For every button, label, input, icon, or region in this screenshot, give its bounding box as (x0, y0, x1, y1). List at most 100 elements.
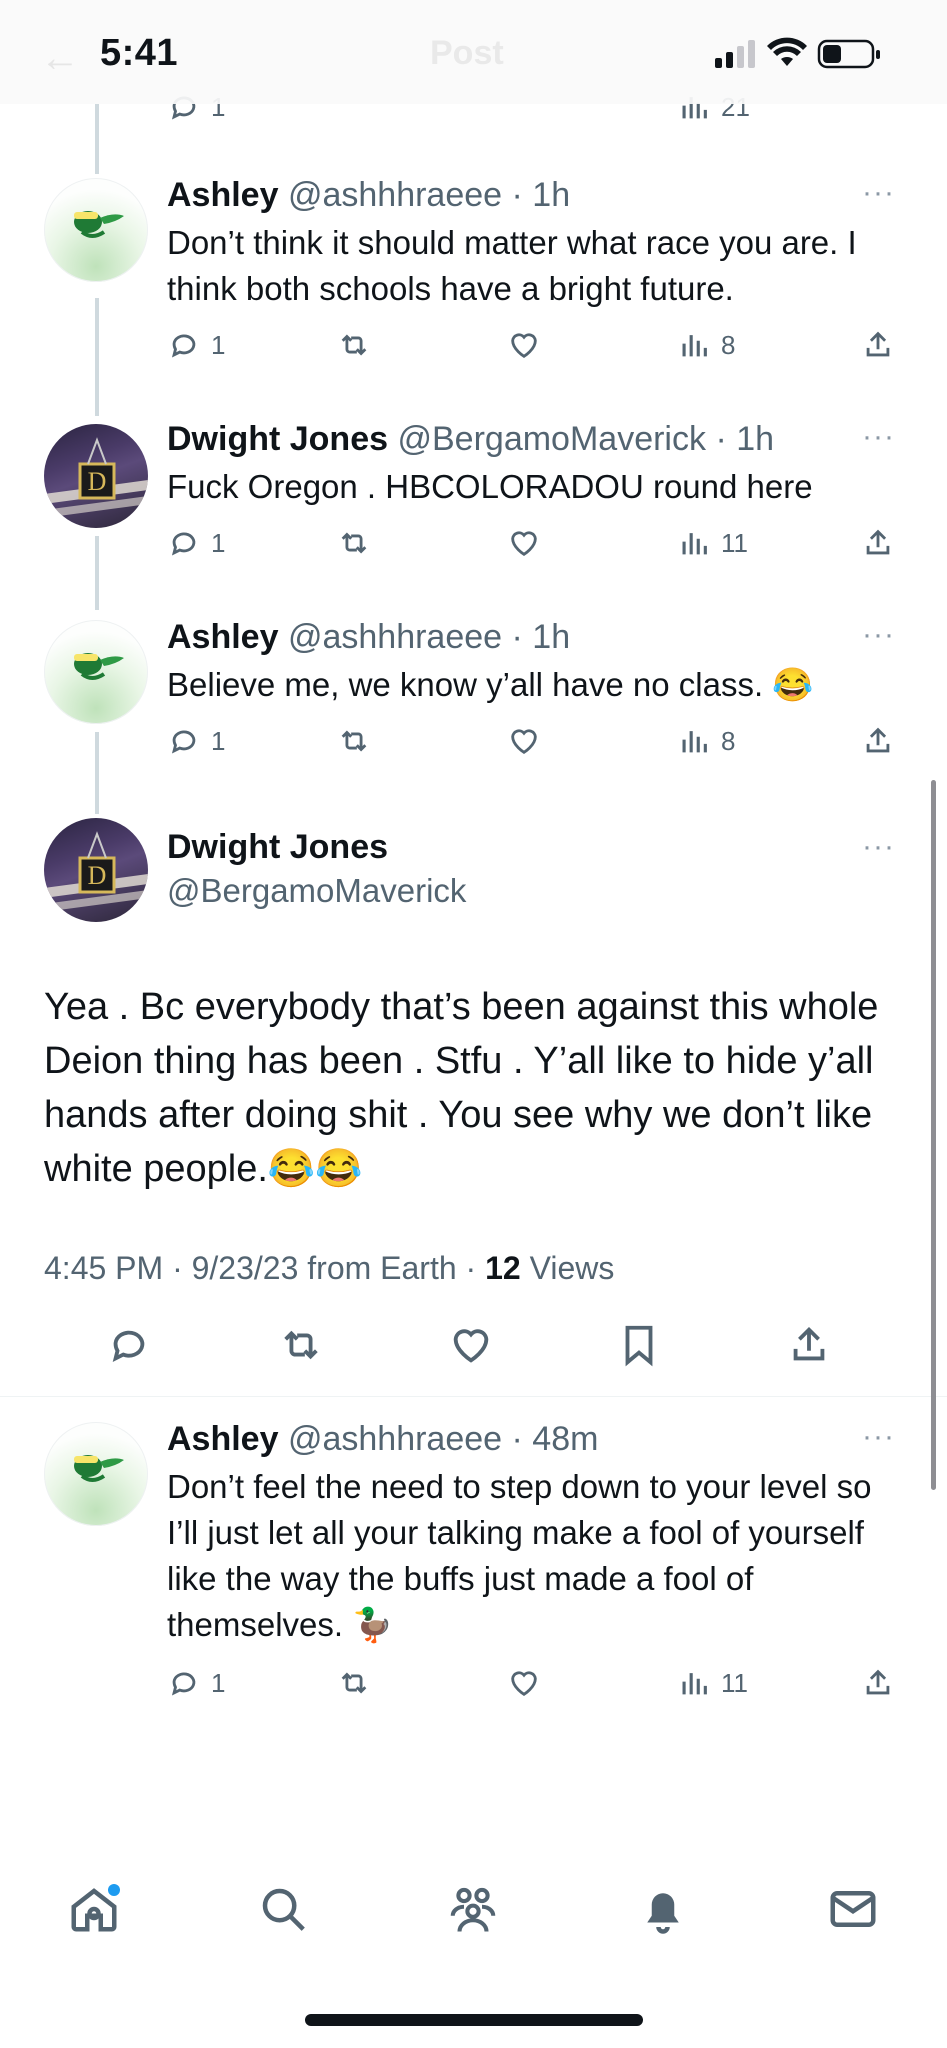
svg-text:D: D (88, 467, 107, 496)
communities-icon[interactable] (446, 1882, 500, 1936)
user-handle[interactable]: @BergamoMaverick (397, 420, 706, 458)
display-name[interactable]: Ashley (167, 1420, 279, 1458)
views-button[interactable]: 8 (677, 724, 735, 758)
notifications-icon[interactable] (636, 1882, 690, 1936)
views-button[interactable]: 11 (677, 526, 748, 560)
repost-icon (341, 532, 367, 554)
user-handle[interactable]: @ashhhraeee (288, 176, 502, 214)
user-handle[interactable]: @ashhhraeee (288, 1420, 502, 1458)
avatar[interactable] (44, 1422, 148, 1526)
heart-icon[interactable] (448, 1322, 494, 1368)
status-time: 5:41 (100, 32, 179, 74)
duck-logo-icon (74, 211, 124, 238)
reply-icon (171, 532, 196, 556)
views-count[interactable]: 12 (485, 1250, 521, 1286)
messages-icon[interactable] (826, 1882, 880, 1936)
display-name[interactable]: Ashley (167, 618, 279, 656)
reply-button[interactable]: 1 (167, 1666, 225, 1700)
main-tweet-text: Yea . Bc everybody that’s been against t… (44, 986, 879, 1190)
pendant-image-icon: D (44, 831, 148, 912)
status-bar: ← 5:41 Post (0, 0, 947, 104)
back-arrow-icon[interactable]: ← (40, 36, 80, 81)
page-title: Post (430, 34, 504, 72)
main-avatar[interactable]: D (44, 818, 148, 922)
repost-button[interactable] (337, 724, 371, 758)
like-button[interactable] (507, 526, 541, 560)
post-time: · 48m (511, 1420, 599, 1458)
like-button[interactable] (507, 724, 541, 758)
post-time: · 1h (511, 618, 571, 656)
reply-icon (171, 334, 196, 358)
reply-button[interactable]: 1 (167, 328, 225, 362)
reply-count: 1 (211, 725, 226, 756)
repost-button[interactable] (337, 328, 371, 362)
views-count: 8 (721, 329, 736, 360)
main-tweet-actions (0, 1322, 947, 1382)
reply-icon (171, 730, 196, 754)
reply-button[interactable]: 1 (167, 724, 225, 758)
repost-button[interactable] (337, 1666, 371, 1700)
repost-icon (341, 334, 367, 356)
thread-line (95, 104, 99, 174)
repost-icon (341, 730, 367, 752)
tweet-meta: 4:45 PM · 9/23/23 from Earth · 12 Views (44, 1250, 614, 1287)
tweet-author: Ashley @ashhhraeee · 1h (167, 618, 570, 657)
home-indicator[interactable] (305, 2014, 643, 2026)
display-name[interactable]: Ashley (167, 176, 279, 214)
share-icon (866, 1669, 890, 1695)
new-content-indicator (108, 1884, 120, 1896)
thread-line (95, 536, 99, 610)
search-icon[interactable] (256, 1882, 310, 1936)
share-button[interactable] (861, 1666, 895, 1700)
views-icon (682, 731, 707, 753)
user-handle[interactable]: @ashhhraeee (288, 618, 502, 656)
repost-icon (341, 1672, 367, 1694)
share-icon (866, 331, 890, 357)
avatar[interactable] (44, 178, 148, 282)
share-icon (866, 727, 890, 753)
tab-bar (0, 1870, 947, 1970)
post-time: · 1h (511, 176, 571, 214)
reply-icon (171, 1672, 196, 1696)
reply-count: 1 (211, 329, 226, 360)
bookmark-icon[interactable] (616, 1322, 662, 1368)
more-options-icon[interactable]: ··· (862, 830, 895, 864)
views-icon (682, 1673, 707, 1695)
display-name[interactable]: Dwight Jones (167, 420, 388, 458)
tweet-actions: 1 11 (167, 526, 897, 566)
reply-count: 1 (211, 1667, 226, 1698)
main-user-handle[interactable]: @BergamoMaverick (167, 872, 466, 910)
share-button[interactable] (861, 328, 895, 362)
svg-text:D: D (88, 861, 107, 890)
tweet-timestamp: 4:45 PM · 9/23/23 from Earth · (44, 1250, 486, 1286)
more-options-icon[interactable]: ··· (862, 176, 895, 210)
scrollbar[interactable] (931, 780, 936, 1490)
repost-button[interactable] (337, 526, 371, 560)
reply-count: 1 (211, 527, 226, 558)
share-button[interactable] (861, 724, 895, 758)
like-button[interactable] (507, 328, 541, 362)
views-count: 11 (721, 1667, 748, 1698)
share-icon[interactable] (786, 1322, 832, 1368)
views-icon (682, 335, 707, 357)
reply-icon[interactable] (106, 1322, 152, 1368)
views-icon (682, 533, 707, 555)
views-button[interactable]: 8 (677, 328, 735, 362)
share-button[interactable] (861, 526, 895, 560)
main-display-name[interactable]: Dwight Jones (167, 828, 388, 867)
tweet-text: Believe me, we know y’all have no class.… (167, 666, 814, 703)
thread-line (95, 732, 99, 814)
avatar[interactable] (44, 620, 148, 724)
like-button[interactable] (507, 1666, 541, 1700)
more-options-icon[interactable]: ··· (862, 618, 895, 652)
repost-icon[interactable] (278, 1322, 324, 1368)
more-options-icon[interactable]: ··· (862, 1420, 895, 1454)
more-options-icon[interactable]: ··· (862, 420, 895, 454)
avatar[interactable]: D (44, 424, 148, 528)
tweet-author: Ashley @ashhhraeee · 1h (167, 176, 570, 215)
views-button[interactable]: 11 (677, 1666, 748, 1700)
heart-icon (511, 531, 537, 557)
status-icons (715, 37, 880, 69)
reply-button[interactable]: 1 (167, 526, 225, 560)
tweet-actions: 1 8 (167, 328, 897, 368)
